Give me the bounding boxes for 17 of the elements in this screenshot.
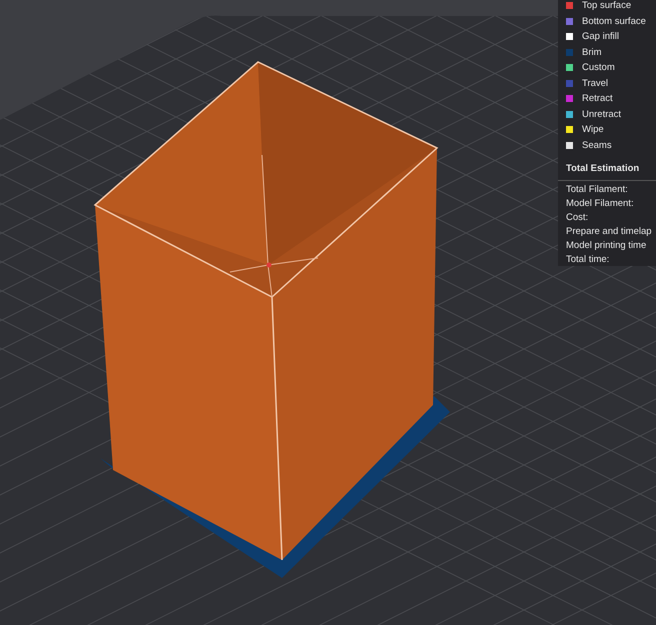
legend-label: Retract [582, 93, 613, 104]
section-title: Total Estimation [565, 162, 640, 176]
legend-label: Travel [582, 78, 608, 89]
estimation-label: Total time: [565, 253, 610, 267]
legend-label: Top surface [582, 0, 632, 12]
legend-label: Gap infill [582, 31, 619, 42]
estimation-label: Model printing time [565, 239, 648, 253]
estimation-label: Total Filament: [565, 183, 629, 197]
legend-label: Unretract [582, 108, 622, 120]
legend-label: Custom [582, 62, 615, 74]
legend-label: Wipe [582, 124, 604, 136]
legend-label: Brim [582, 46, 602, 58]
legend-label: Bottom surface [582, 16, 646, 27]
estimation-label: Prepare and timelap [565, 225, 653, 239]
legend-label: Seams [582, 140, 612, 151]
estimation-label: Cost: [565, 211, 590, 225]
estimation-label: Model Filament: [565, 197, 635, 211]
